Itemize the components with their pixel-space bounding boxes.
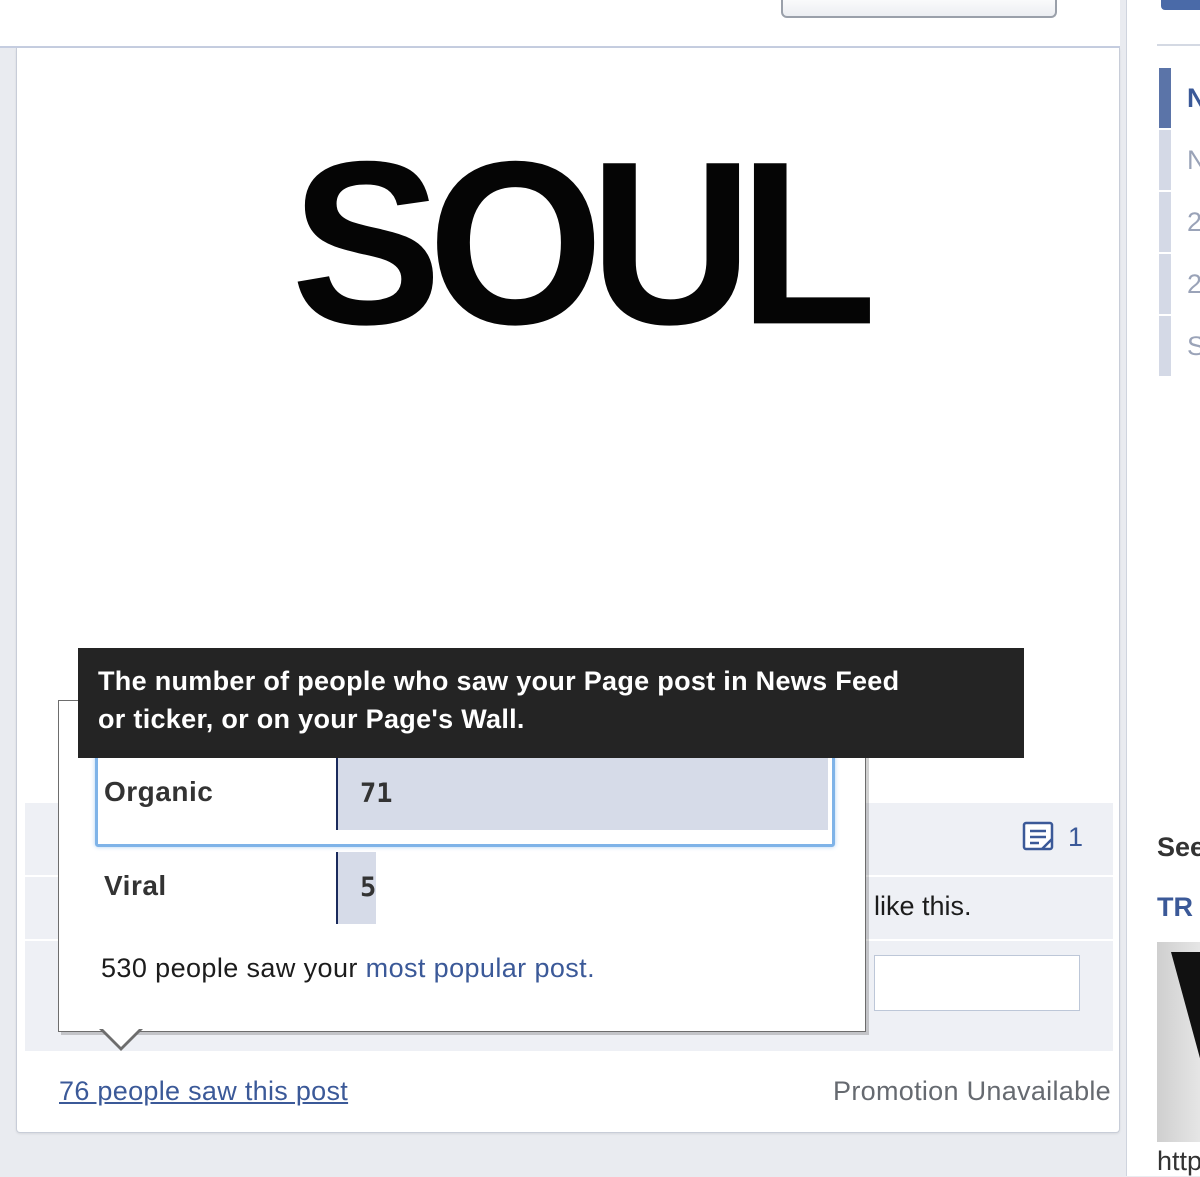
reach-row-viral[interactable]: Viral 5 — [95, 847, 835, 941]
sidebar-thumbnail[interactable] — [1157, 942, 1200, 1142]
popover-footer-text: 530 people saw your — [101, 953, 366, 983]
likes-text: like this. — [874, 891, 972, 921]
sidebar-item[interactable]: N — [1159, 130, 1200, 190]
reach-row-organic[interactable]: Organic 71 — [95, 753, 835, 847]
sidebar-item[interactable]: 2 — [1159, 254, 1200, 314]
sidebar-see-label: See — [1157, 832, 1200, 862]
sidebar-link[interactable]: TR — [1157, 892, 1193, 923]
post-image[interactable]: SOUL — [227, 112, 927, 373]
reach-row-label: Viral — [104, 870, 167, 901]
reach-bar — [338, 758, 828, 830]
thumbnail-shape — [1171, 952, 1200, 1062]
reach-bar-value: 5 — [360, 872, 377, 903]
sidebar-item[interactable]: N — [1159, 68, 1200, 128]
comment-count-value: 1 — [1067, 821, 1083, 852]
comment-input[interactable] — [874, 955, 1080, 1011]
sidebar-item[interactable]: S — [1159, 316, 1200, 376]
sidebar-url[interactable]: http — [1157, 1146, 1200, 1177]
popover-footer: 530 people saw your most popular post. — [101, 953, 595, 984]
comment-icon — [1022, 821, 1056, 853]
header-button[interactable] — [781, 0, 1057, 18]
right-sidebar: N N 2 2 S See TR http — [1126, 0, 1200, 1176]
tooltip-pointer — [94, 744, 114, 754]
reach-link[interactable]: 76 people saw this post — [59, 1076, 348, 1107]
sidebar-top-button[interactable] — [1161, 0, 1200, 10]
most-popular-post-link[interactable]: most popular post. — [366, 953, 595, 983]
popover-pointer-inner — [101, 1027, 141, 1047]
reach-row-label: Organic — [104, 776, 214, 807]
comment-count[interactable]: 1 — [1022, 821, 1083, 853]
reach-bar-value: 71 — [360, 778, 393, 809]
tooltip-line-1: The number of people who saw your Page p… — [98, 666, 900, 696]
post-image-text: SOUL — [291, 112, 877, 373]
post-header-bar — [0, 0, 1120, 48]
sidebar-item[interactable]: 2 — [1159, 192, 1200, 252]
promotion-status: Promotion Unavailable — [833, 1076, 1111, 1106]
sidebar-divider — [1157, 44, 1200, 46]
tooltip-line-2: or ticker, or on your Page's Wall. — [98, 704, 525, 734]
reach-tooltip: The number of people who saw your Page p… — [78, 648, 1024, 758]
